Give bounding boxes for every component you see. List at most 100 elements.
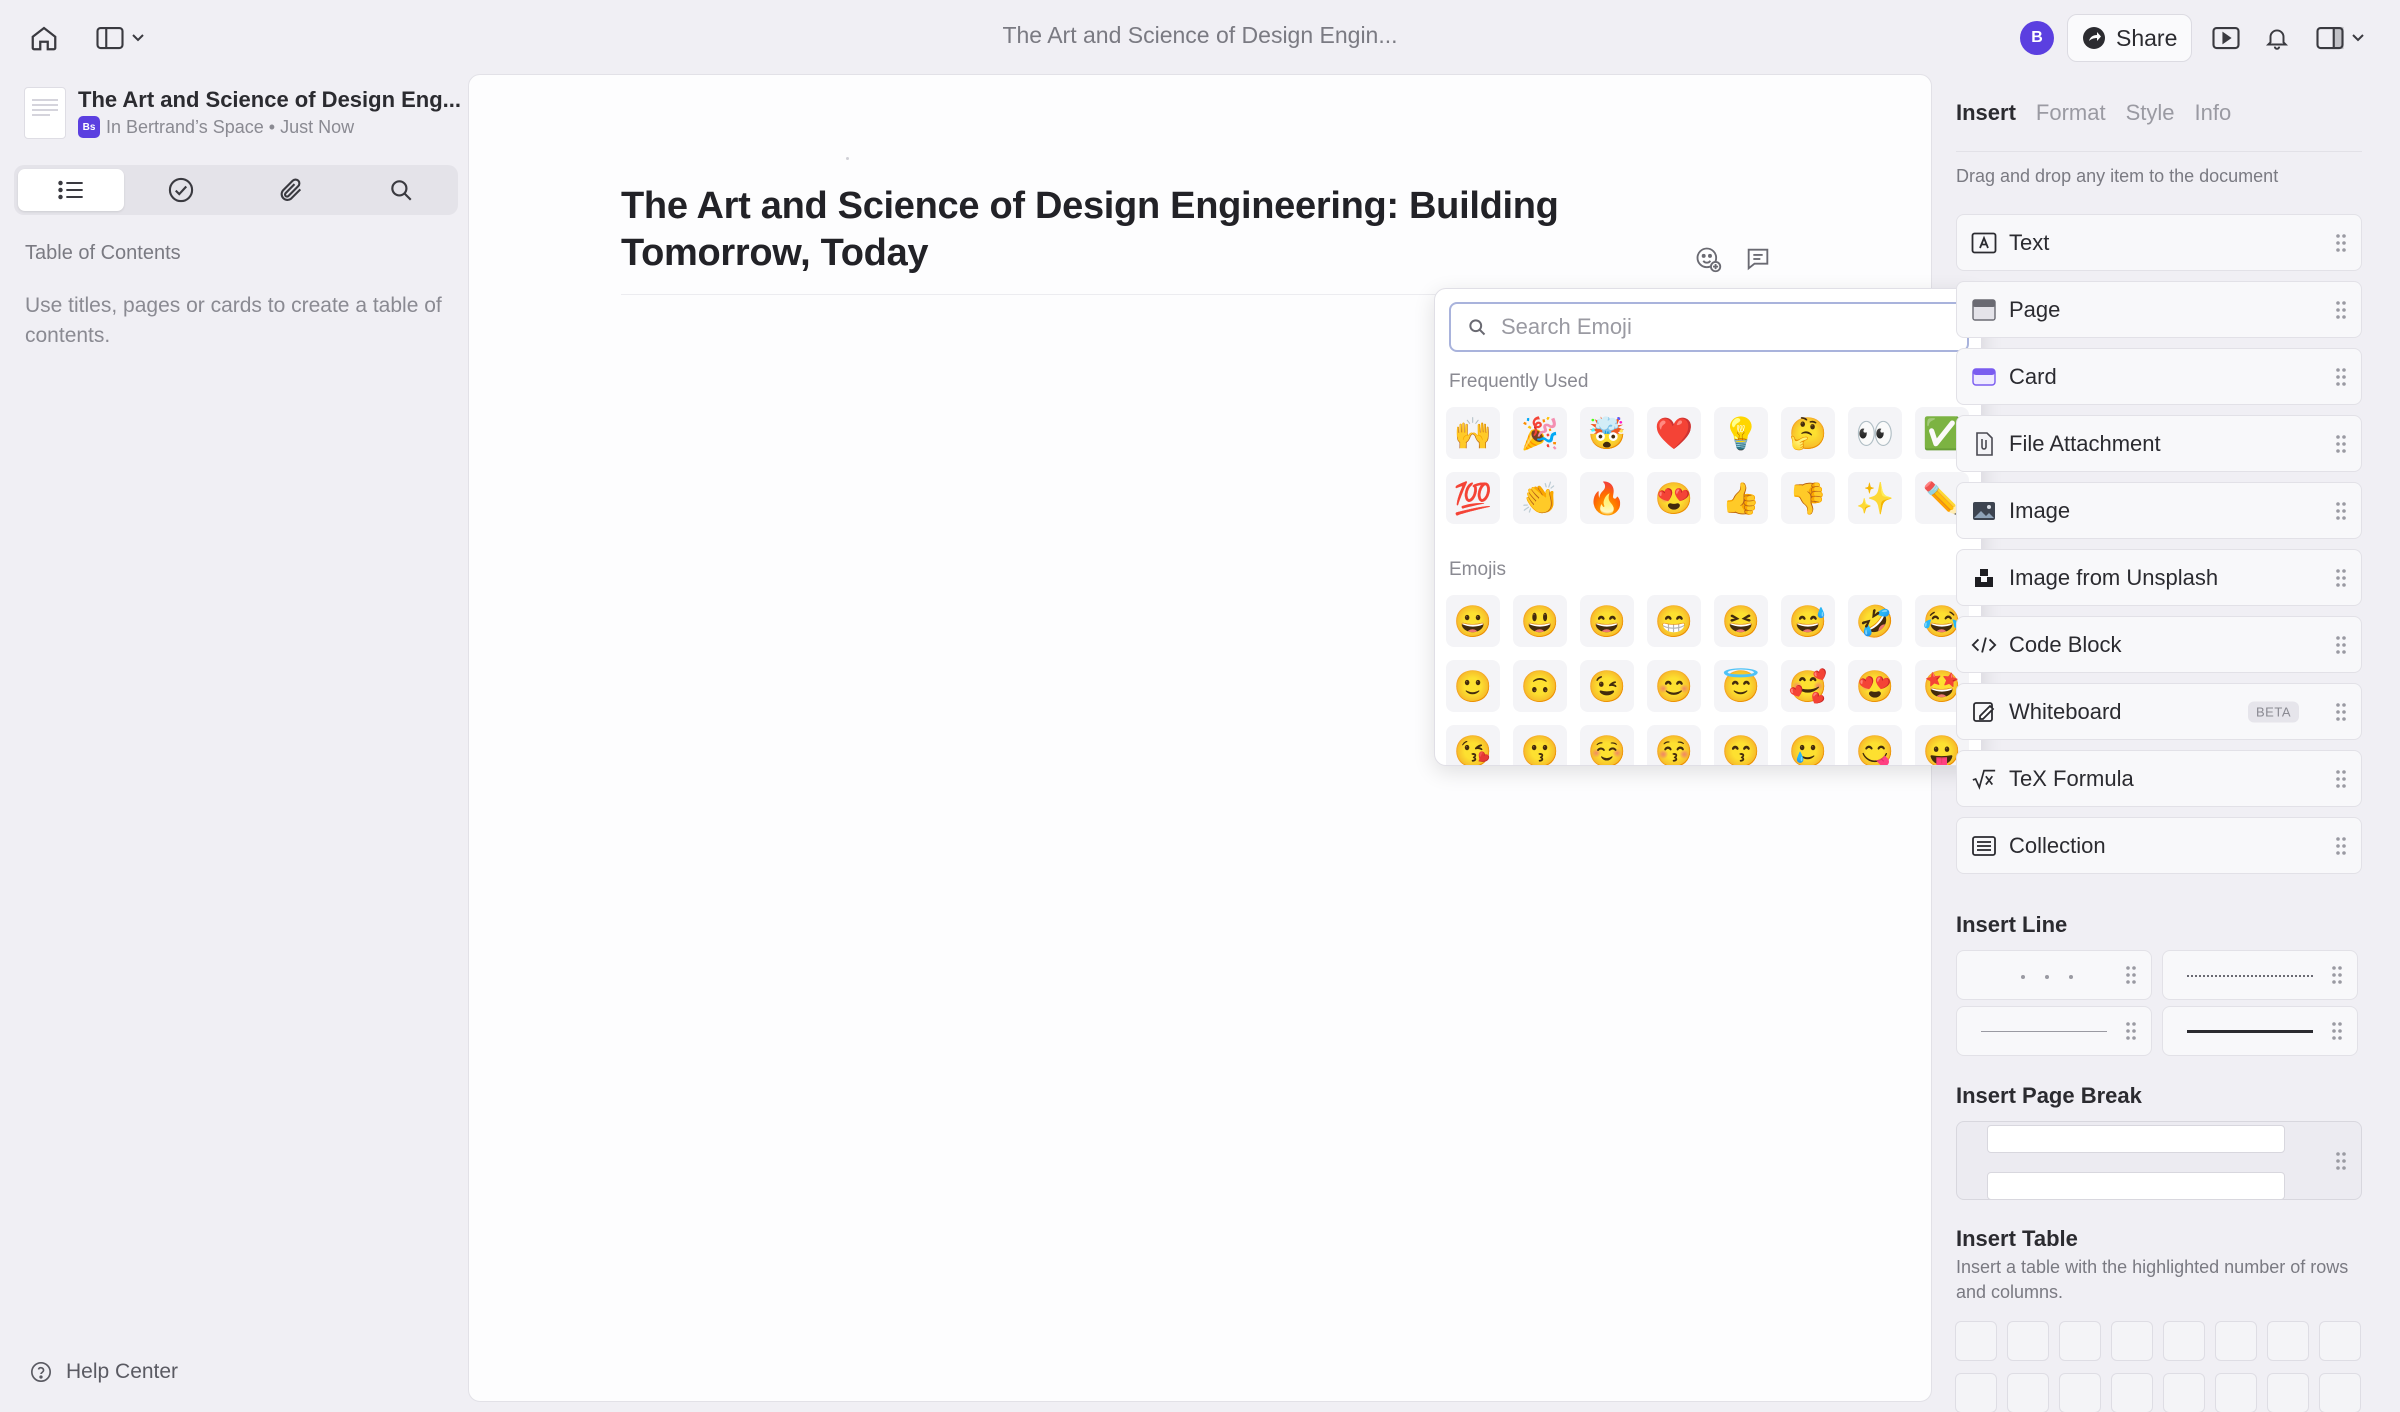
drag-handle-icon[interactable] <box>2331 1021 2343 1041</box>
emoji-button[interactable]: 😆 <box>1714 595 1768 647</box>
emoji-button[interactable]: 🤣 <box>1848 595 1902 647</box>
emoji-button[interactable]: 💯 <box>1446 472 1500 524</box>
page-break-option[interactable] <box>1956 1121 2362 1200</box>
drag-handle-icon[interactable] <box>2335 702 2347 722</box>
drag-handle-icon[interactable] <box>2335 501 2347 521</box>
line-option-dots[interactable] <box>1956 950 2152 1000</box>
emoji-button[interactable]: 🔥 <box>1580 472 1634 524</box>
emoji-button[interactable]: 😘 <box>1446 725 1500 765</box>
drag-handle-icon[interactable] <box>2335 769 2347 789</box>
emoji-button[interactable]: 🙌 <box>1446 407 1500 459</box>
table-size-cell[interactable] <box>2215 1373 2257 1412</box>
emoji-button[interactable]: ❤️ <box>1647 407 1701 459</box>
emoji-button[interactable]: 😃 <box>1513 595 1567 647</box>
add-emoji-button[interactable] <box>1692 243 1724 275</box>
tab-insert[interactable]: Insert <box>1956 100 2016 126</box>
share-button[interactable]: Share <box>2067 14 2193 62</box>
sidebar-doc-title[interactable]: The Art and Science of Design Eng... <box>78 87 461 113</box>
present-button[interactable] <box>2208 22 2244 54</box>
emoji-button[interactable]: 👀 <box>1848 407 1902 459</box>
emoji-button[interactable]: ✨ <box>1848 472 1902 524</box>
table-size-cell[interactable] <box>2163 1373 2205 1412</box>
emoji-button[interactable]: 😍 <box>1647 472 1701 524</box>
insert-collection[interactable]: Collection <box>1956 817 2362 874</box>
emoji-button[interactable]: 😍 <box>1848 660 1902 712</box>
table-size-cell[interactable] <box>2111 1373 2153 1412</box>
tab-tasks[interactable] <box>128 169 234 211</box>
emoji-button[interactable]: 😁 <box>1647 595 1701 647</box>
drag-handle-icon[interactable] <box>2335 233 2347 253</box>
drag-handle-icon[interactable] <box>2125 965 2137 985</box>
comment-button[interactable] <box>1742 243 1774 275</box>
tab-info[interactable]: Info <box>2195 100 2232 126</box>
table-size-cell[interactable] <box>2111 1321 2153 1361</box>
insert-text[interactable]: Text <box>1956 214 2362 271</box>
drag-handle-icon[interactable] <box>2335 836 2347 856</box>
tab-search[interactable] <box>348 169 454 211</box>
drag-handle-icon[interactable] <box>2335 300 2347 320</box>
emoji-button[interactable]: 🙃 <box>1513 660 1567 712</box>
emoji-button[interactable]: 🎉 <box>1513 407 1567 459</box>
document-title[interactable]: The Art and Science of Design Engineerin… <box>621 183 1621 277</box>
line-option-thin[interactable] <box>1956 1006 2152 1056</box>
insert-card[interactable]: Card <box>1956 348 2362 405</box>
help-center-link[interactable]: Help Center <box>30 1360 178 1384</box>
table-size-cell[interactable] <box>2059 1321 2101 1361</box>
table-size-cell[interactable] <box>2215 1321 2257 1361</box>
insert-image[interactable]: Image <box>1956 482 2362 539</box>
table-size-cell[interactable] <box>2007 1321 2049 1361</box>
insert-code-block[interactable]: Code Block <box>1956 616 2362 673</box>
emoji-search-input[interactable] <box>1501 314 1941 340</box>
emoji-button[interactable]: 🥰 <box>1781 660 1835 712</box>
sidebar-toggle-button[interactable] <box>90 22 150 54</box>
emoji-button[interactable]: 👏 <box>1513 472 1567 524</box>
drag-handle-icon[interactable] <box>2335 367 2347 387</box>
emoji-search-field[interactable] <box>1449 302 1969 352</box>
tab-table-of-contents[interactable] <box>18 169 124 211</box>
table-size-cell[interactable] <box>2319 1373 2361 1412</box>
table-size-cell[interactable] <box>2319 1321 2361 1361</box>
line-option-dotted[interactable] <box>2162 950 2358 1000</box>
emoji-button[interactable]: 😇 <box>1714 660 1768 712</box>
emoji-button[interactable]: 😙 <box>1714 725 1768 765</box>
table-size-cell[interactable] <box>2163 1321 2205 1361</box>
table-size-cell[interactable] <box>1955 1373 1997 1412</box>
table-size-cell[interactable] <box>2267 1373 2309 1412</box>
emoji-button[interactable]: 🤔 <box>1781 407 1835 459</box>
insert-page[interactable]: Page <box>1956 281 2362 338</box>
drag-handle-icon[interactable] <box>2335 434 2347 454</box>
tab-style[interactable]: Style <box>2126 100 2175 126</box>
emoji-button[interactable]: ☺️ <box>1580 725 1634 765</box>
emoji-button[interactable]: 😀 <box>1446 595 1500 647</box>
emoji-button[interactable]: 🤯 <box>1580 407 1634 459</box>
emoji-button[interactable]: 😚 <box>1647 725 1701 765</box>
emoji-button[interactable]: 😄 <box>1580 595 1634 647</box>
drag-handle-icon[interactable] <box>2331 965 2343 985</box>
insert-image-from-unsplash[interactable]: Image from Unsplash <box>1956 549 2362 606</box>
right-panel-toggle-button[interactable] <box>2310 22 2370 54</box>
table-size-cell[interactable] <box>1955 1321 1997 1361</box>
emoji-button[interactable]: 😉 <box>1580 660 1634 712</box>
emoji-button[interactable]: 🙂 <box>1446 660 1500 712</box>
emoji-button[interactable]: 👍 <box>1714 472 1768 524</box>
home-button[interactable] <box>26 22 62 54</box>
insert-tex-formula[interactable]: TeX Formula <box>1956 750 2362 807</box>
line-option-thick[interactable] <box>2162 1006 2358 1056</box>
avatar[interactable]: B <box>2020 21 2054 55</box>
emoji-button[interactable]: 😋 <box>1848 725 1902 765</box>
tab-format[interactable]: Format <box>2036 100 2106 126</box>
emoji-button[interactable]: 💡 <box>1714 407 1768 459</box>
table-size-cell[interactable] <box>2267 1321 2309 1361</box>
drag-handle-icon[interactable] <box>2335 568 2347 588</box>
table-size-cell[interactable] <box>2007 1373 2049 1412</box>
insert-file-attachment[interactable]: File Attachment <box>1956 415 2362 472</box>
table-size-cell[interactable] <box>2059 1373 2101 1412</box>
emoji-button[interactable]: 🥲 <box>1781 725 1835 765</box>
insert-whiteboard[interactable]: Whiteboard BETA <box>1956 683 2362 740</box>
drag-handle-icon[interactable] <box>2335 1151 2347 1171</box>
tab-attachments[interactable] <box>238 169 344 211</box>
drag-handle-icon[interactable] <box>2335 635 2347 655</box>
emoji-button[interactable]: 😅 <box>1781 595 1835 647</box>
drag-handle-icon[interactable] <box>2125 1021 2137 1041</box>
notifications-button[interactable] <box>2259 22 2295 54</box>
